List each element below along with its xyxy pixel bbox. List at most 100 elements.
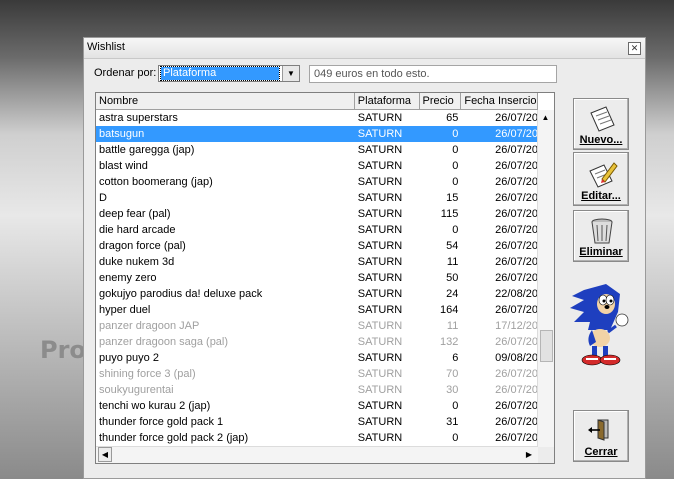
cell-platform: SATURN bbox=[357, 160, 403, 172]
scroll-thumb[interactable] bbox=[540, 330, 553, 362]
cell-price: 132 bbox=[439, 336, 459, 348]
scroll-left-icon[interactable]: ◀ bbox=[98, 447, 112, 462]
sort-select[interactable]: Plataforma ▼ bbox=[158, 65, 300, 82]
cell-price: 0 bbox=[452, 400, 459, 412]
table-row[interactable]: batsugun SATURN 0 26/07/20 bbox=[96, 126, 538, 142]
cell-date: 26/07/20 bbox=[495, 256, 538, 268]
cell-price: 24 bbox=[446, 288, 459, 300]
cell-name: duke nukem 3d bbox=[99, 256, 175, 268]
table-row[interactable]: battle garegga (jap) SATURN 0 26/07/20 bbox=[96, 142, 538, 158]
chevron-down-icon[interactable]: ▼ bbox=[282, 66, 299, 81]
table-row[interactable]: die hard arcade SATURN 0 26/07/20 bbox=[96, 222, 538, 238]
cell-name: batsugun bbox=[99, 128, 145, 140]
cell-date: 26/07/20 bbox=[495, 304, 538, 316]
cell-platform: SATURN bbox=[357, 288, 403, 300]
table-row[interactable]: D SATURN 15 26/07/20 bbox=[96, 190, 538, 206]
cell-price: 0 bbox=[452, 432, 459, 444]
edit-button[interactable]: Editar... bbox=[573, 152, 629, 206]
cell-platform: SATURN bbox=[357, 272, 403, 284]
close-button[interactable]: Cerrar bbox=[573, 410, 629, 462]
delete-button-label: Eliminar bbox=[579, 246, 623, 258]
column-header-fecha[interactable]: Fecha Insercion bbox=[461, 93, 538, 109]
cell-date: 26/07/20 bbox=[495, 416, 538, 428]
table-row[interactable]: panzer dragoon saga (pal) SATURN 132 26/07/… bbox=[96, 334, 538, 350]
cell-platform: SATURN bbox=[357, 208, 403, 220]
vertical-scrollbar[interactable]: ▲ bbox=[537, 110, 554, 447]
cell-date: 26/07/20 bbox=[495, 400, 538, 412]
cell-date: 26/07/20 bbox=[495, 176, 538, 188]
title-bar: Wishlist ✕ bbox=[84, 38, 645, 59]
cell-price: 65 bbox=[446, 112, 459, 124]
cell-date: 26/07/20 bbox=[495, 368, 538, 380]
cell-name: astra superstars bbox=[99, 112, 178, 124]
table-row[interactable]: puyo puyo 2 SATURN 6 09/08/20 bbox=[96, 350, 538, 366]
cell-date: 26/07/20 bbox=[495, 240, 538, 252]
cell-price: 0 bbox=[452, 144, 459, 156]
cell-name: hyper duel bbox=[99, 304, 151, 316]
sonic-mascot-icon bbox=[570, 284, 629, 366]
table-row[interactable]: gokujyo parodius da! deluxe pack SATURN 24… bbox=[96, 286, 538, 302]
scroll-right-icon[interactable]: ▶ bbox=[522, 447, 536, 462]
table-row[interactable]: tenchi wo kurau 2 (jap) SATURN 0 26/07/20 bbox=[96, 398, 538, 414]
cell-name: tenchi wo kurau 2 (jap) bbox=[99, 400, 211, 412]
table-header: Nombre Plataforma Precio Fecha Insercion bbox=[96, 93, 538, 110]
column-header-plataforma[interactable]: Plataforma bbox=[355, 93, 420, 109]
cell-date: 26/07/20 bbox=[495, 432, 538, 444]
table-row[interactable]: dragon force (pal) SATURN 54 26/07/20 bbox=[96, 238, 538, 254]
new-button[interactable]: Nuevo... bbox=[573, 98, 629, 150]
wishlist-window: Wishlist ✕ Ordenar por: Plataforma ▼ 049… bbox=[83, 37, 646, 479]
scroll-up-icon[interactable]: ▲ bbox=[538, 110, 553, 126]
cell-price: 11 bbox=[446, 320, 459, 332]
cell-name: soukyugurentai bbox=[99, 384, 174, 396]
cell-date: 26/07/20 bbox=[495, 112, 538, 124]
cell-platform: SATURN bbox=[357, 128, 403, 140]
table-row[interactable]: hyper duel SATURN 164 26/07/20 bbox=[96, 302, 538, 318]
cell-date: 26/07/20 bbox=[495, 144, 538, 156]
cell-name: cotton boomerang (jap) bbox=[99, 176, 213, 188]
cell-platform: SATURN bbox=[357, 368, 403, 380]
wishlist-table[interactable]: Nombre Plataforma Precio Fecha Insercion… bbox=[95, 92, 555, 464]
cell-date: 26/07/20 bbox=[495, 224, 538, 236]
new-button-label: Nuevo... bbox=[579, 134, 623, 146]
column-header-precio[interactable]: Precio bbox=[420, 93, 462, 109]
cell-price: 15 bbox=[446, 192, 459, 204]
table-row[interactable]: cotton boomerang (jap) SATURN 0 26/07/20 bbox=[96, 174, 538, 190]
cell-name: thunder force gold pack 1 bbox=[99, 416, 224, 428]
close-window-icon[interactable]: ✕ bbox=[628, 42, 641, 55]
exit-door-icon bbox=[588, 419, 609, 441]
window-title: Wishlist bbox=[87, 41, 125, 53]
cell-price: 50 bbox=[446, 272, 459, 284]
cell-date: 26/07/20 bbox=[495, 384, 538, 396]
table-body: astra superstars SATURN 65 26/07/20 batsugun… bbox=[96, 110, 538, 446]
close-button-label: Cerrar bbox=[584, 446, 618, 458]
table-row[interactable]: enemy zero SATURN 50 26/07/20 bbox=[96, 270, 538, 286]
cell-price: 115 bbox=[440, 208, 459, 220]
table-row[interactable]: deep fear (pal) SATURN 115 26/07/20 bbox=[96, 206, 538, 222]
delete-button[interactable]: Eliminar bbox=[573, 210, 629, 262]
sort-selected-value: Plataforma bbox=[160, 66, 280, 81]
cell-price: 164 bbox=[439, 304, 459, 316]
table-row[interactable]: thunder force gold pack 2 (jap) SATURN 0 26… bbox=[96, 430, 538, 446]
table-row[interactable]: blast wind SATURN 0 26/07/20 bbox=[96, 158, 538, 174]
cell-name: gokujyo parodius da! deluxe pack bbox=[99, 288, 263, 300]
cell-price: 70 bbox=[446, 368, 459, 380]
cell-platform: SATURN bbox=[357, 304, 403, 316]
edit-button-label: Editar... bbox=[581, 190, 621, 202]
horizontal-scrollbar[interactable]: ◀ ▶ bbox=[96, 446, 538, 463]
cell-name: enemy zero bbox=[99, 272, 157, 284]
table-row[interactable]: panzer dragoon JAP SATURN 11 17/12/20 bbox=[96, 318, 538, 334]
cell-price: 0 bbox=[452, 176, 459, 188]
table-row[interactable]: duke nukem 3d SATURN 11 26/07/20 bbox=[96, 254, 538, 270]
cell-date: 26/07/20 bbox=[495, 160, 538, 172]
sort-label: Ordenar por: bbox=[94, 67, 157, 79]
cell-date: 22/08/20 bbox=[495, 288, 538, 300]
cell-platform: SATURN bbox=[357, 112, 403, 124]
cell-price: 31 bbox=[446, 416, 459, 428]
cell-name: shining force 3 (pal) bbox=[99, 368, 196, 380]
cell-platform: SATURN bbox=[357, 320, 403, 332]
column-header-nombre[interactable]: Nombre bbox=[96, 93, 355, 109]
table-row[interactable]: astra superstars SATURN 65 26/07/20 bbox=[96, 110, 538, 126]
table-row[interactable]: soukyugurentai SATURN 30 26/07/20 bbox=[96, 382, 538, 398]
table-row[interactable]: thunder force gold pack 1 SATURN 31 26/07/2… bbox=[96, 414, 538, 430]
table-row[interactable]: shining force 3 (pal) SATURN 70 26/07/20 bbox=[96, 366, 538, 382]
